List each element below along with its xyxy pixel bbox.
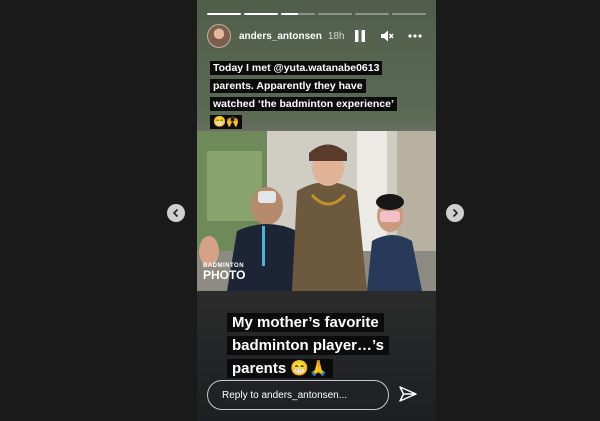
progress-bar [207, 13, 426, 15]
speaker-muted-icon[interactable] [380, 29, 394, 43]
story-photo: BADMINTON PHOTO [197, 131, 436, 291]
avatar[interactable] [207, 24, 231, 48]
pause-icon[interactable] [354, 29, 366, 43]
story-header: anders_antonsen 18h [207, 24, 426, 48]
next-story-button[interactable] [446, 204, 464, 222]
progress-segment [244, 13, 278, 15]
story-viewer: anders_antonsen 18h Today I met @yuta.wa… [197, 0, 436, 421]
photo-watermark: BADMINTON PHOTO [203, 263, 246, 282]
progress-segment [281, 13, 315, 15]
username[interactable]: anders_antonsen [239, 31, 322, 42]
send-icon[interactable] [397, 383, 419, 405]
reply-input[interactable]: Reply to anders_antonsen... [207, 380, 389, 410]
more-icon[interactable] [408, 29, 422, 43]
progress-segment [318, 13, 352, 15]
story-big-caption: My mother’s favorite badminton player…’s… [227, 311, 417, 380]
story-caption: Today I met @yuta.watanabe0613 parents. … [210, 58, 398, 130]
prev-story-button[interactable] [167, 204, 185, 222]
chevron-right-icon [452, 208, 459, 218]
chevron-left-icon [172, 208, 179, 218]
progress-segment [392, 13, 426, 15]
progress-segment [207, 13, 241, 15]
timestamp: 18h [327, 30, 345, 42]
progress-segment [355, 13, 389, 15]
story-controls [354, 29, 422, 43]
reply-placeholder: Reply to anders_antonsen... [222, 389, 348, 401]
